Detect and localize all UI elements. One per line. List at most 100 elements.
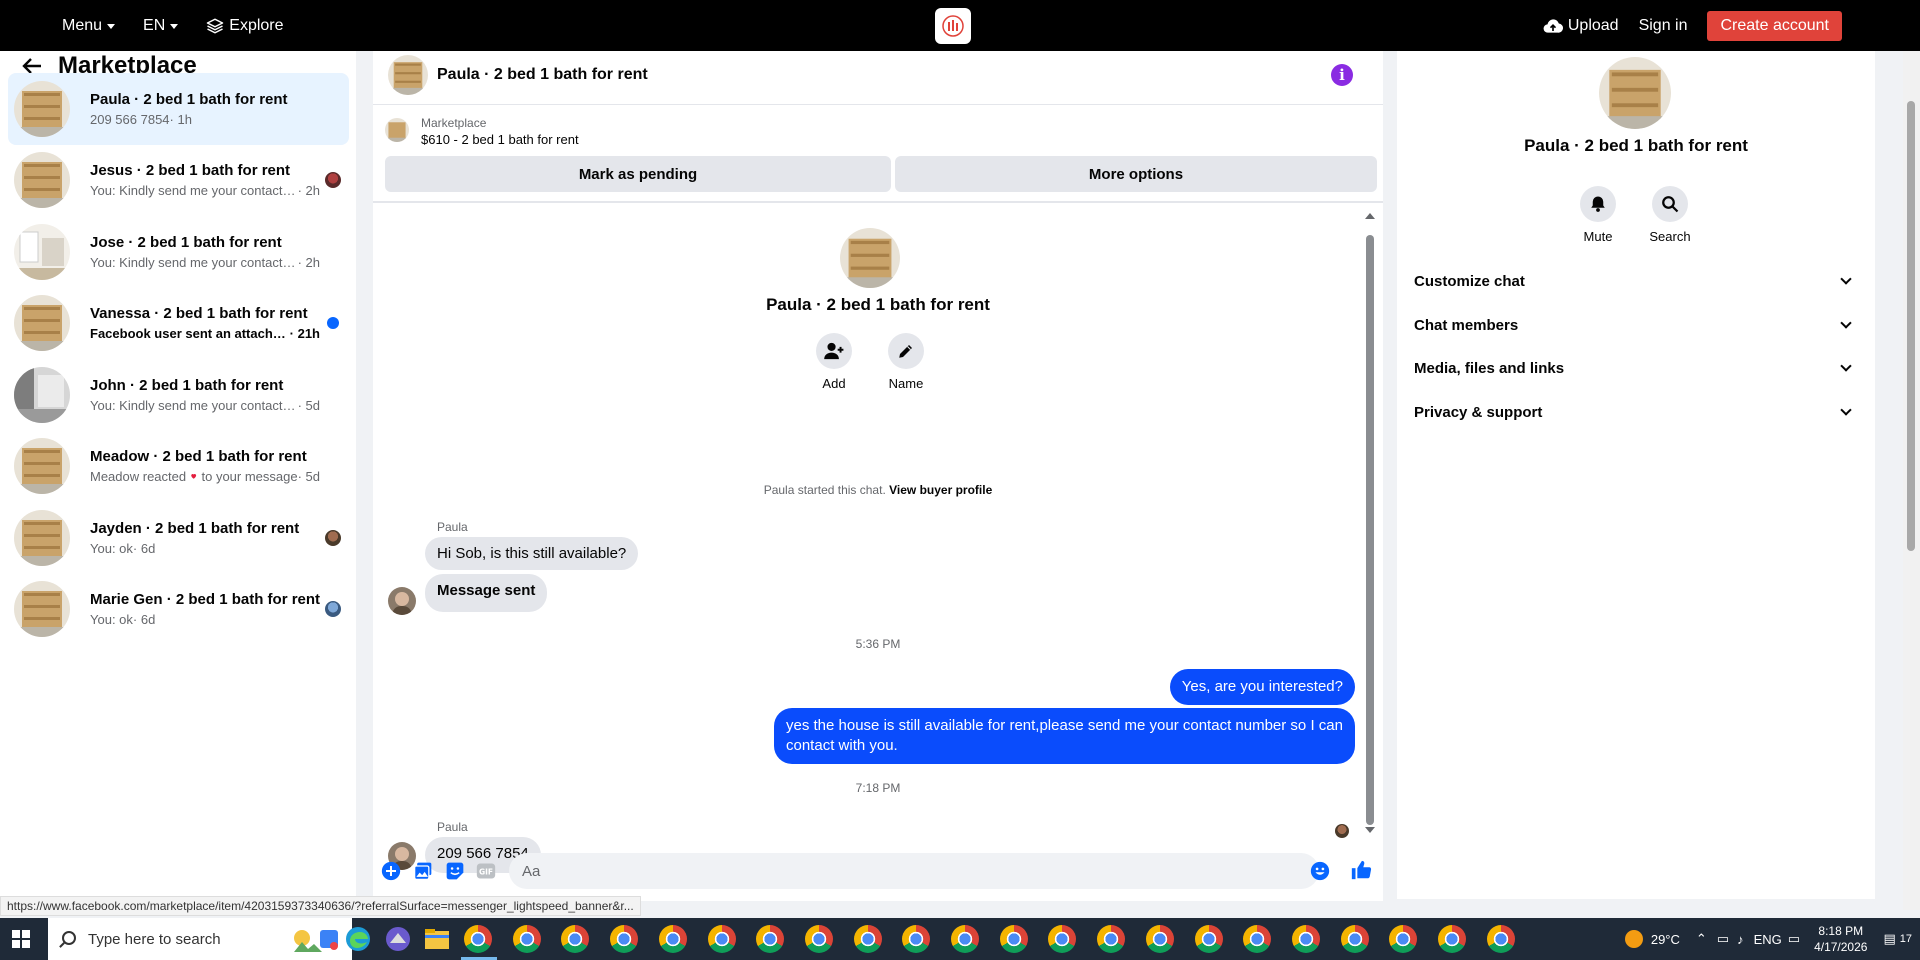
app-icon[interactable] [384, 925, 412, 953]
network-icon[interactable]: ▭ [1717, 931, 1729, 947]
chrome-icon[interactable] [1389, 925, 1418, 953]
chevron-down-icon [170, 24, 179, 29]
scroll-thumb[interactable] [1366, 235, 1374, 825]
listing-thumbnail [14, 438, 70, 495]
section-media-files-links[interactable]: Media, files and links [1414, 346, 1856, 390]
chrome-icon[interactable] [561, 925, 590, 953]
chrome-icon[interactable] [1340, 925, 1369, 953]
bell-icon [1591, 196, 1605, 212]
clock[interactable]: 8:18 PM 4/17/2026 [1814, 923, 1867, 955]
section-chat-members[interactable]: Chat members [1414, 303, 1856, 347]
chat-started-notice: Paula started this chat. View buyer prof… [373, 483, 1383, 497]
clock-time: 8:18 PM [1818, 924, 1864, 938]
preview-text: Facebook user sent an attachment. [90, 326, 290, 342]
chrome-icon[interactable] [902, 925, 931, 953]
chat-details-panel: Paula · 2 bed 1 bath for rent Mute Searc… [1397, 51, 1875, 899]
chrome-icon[interactable] [1243, 925, 1272, 953]
chrome-icon[interactable] [512, 925, 541, 953]
windows-start-icon[interactable] [12, 930, 30, 948]
timestamp: 7:18 PM [855, 781, 901, 795]
conversation-item[interactable]: Jayden · 2 bed 1 bath for rent You: ok · … [8, 502, 349, 574]
preview-text: You: Kindly send me your contact n... [90, 183, 298, 199]
chat-intro-title: Paula · 2 bed 1 bath for rent [766, 295, 990, 314]
details-avatar [1599, 57, 1671, 129]
chat-avatar[interactable] [388, 55, 428, 95]
listing-thumbnail [385, 118, 409, 142]
mute-button[interactable]: Mute [1568, 186, 1628, 244]
chrome-icon[interactable] [610, 925, 639, 953]
chrome-icon[interactable] [1486, 925, 1515, 953]
chrome-icon[interactable] [1097, 925, 1126, 953]
chrome-icon[interactable] [804, 925, 833, 953]
conversation-item[interactable]: Marie Gen · 2 bed 1 bath for rent You: o… [8, 574, 349, 646]
seen-avatar [325, 172, 341, 189]
explore-link[interactable]: Explore [206, 17, 284, 35]
menu-dropdown[interactable]: Menu [62, 17, 116, 35]
incoming-message[interactable]: Message sent [425, 574, 548, 612]
chrome-icon[interactable] [999, 925, 1028, 953]
outgoing-message[interactable]: yes the house is still available for ren… [774, 708, 1355, 764]
chrome-icon[interactable] [658, 925, 687, 953]
view-buyer-profile-link[interactable]: View buyer profile [889, 483, 992, 497]
conversation-name: Jose · 2 bed 1 bath for rent [90, 233, 282, 251]
section-privacy-support[interactable]: Privacy & support [1414, 390, 1856, 434]
listing-detail: $610 - 2 bed 1 bath for rent [421, 132, 579, 147]
page-scrollbar[interactable] [1903, 51, 1920, 910]
sender-avatar[interactable] [388, 587, 416, 615]
volume-icon[interactable]: ♪ [1737, 932, 1744, 947]
incoming-message[interactable]: Hi Sob, is this still available? [425, 537, 639, 570]
conversation-item[interactable]: Jose · 2 bed 1 bath for rent You: Kindly… [8, 216, 349, 288]
page-scroll-thumb[interactable] [1907, 101, 1915, 551]
notification-icon[interactable]: ▤ [1883, 931, 1895, 947]
chrome-icon[interactable] [1194, 925, 1223, 953]
taskbar-search[interactable]: Type here to search [48, 918, 352, 960]
conversation-item[interactable]: John · 2 bed 1 bath for rent You: Kindly… [8, 359, 349, 431]
scroll-down-arrow-icon[interactable] [1365, 827, 1375, 833]
monitor-icon[interactable]: ▭ [1788, 931, 1800, 947]
conversation-item[interactable]: Meadow · 2 bed 1 bath for rent Meadow re… [8, 431, 349, 503]
preview-time: · 1h [169, 111, 192, 127]
more-options-button[interactable]: More options [895, 156, 1377, 192]
scroll-up-arrow-icon[interactable] [1365, 213, 1375, 219]
site-logo[interactable] [935, 8, 971, 44]
upload-button[interactable]: Upload [1543, 17, 1619, 35]
outgoing-message[interactable]: Yes, are you interested? [1169, 669, 1355, 705]
listing-thumbnail [14, 295, 70, 352]
chrome-icon[interactable] [1291, 925, 1320, 953]
chat-avatar-large [840, 228, 900, 288]
status-bar-url: https://www.facebook.com/marketplace/ite… [0, 896, 641, 916]
edit-name-button[interactable]: Name [876, 333, 936, 391]
conversation-item[interactable]: Vanessa · 2 bed 1 bath for rent Facebook… [8, 288, 349, 360]
gif-icon[interactable]: GIF [476, 861, 496, 881]
chrome-icon[interactable] [464, 925, 492, 953]
thumbs-up-icon[interactable] [1350, 859, 1372, 881]
emoji-icon[interactable] [1310, 861, 1330, 881]
file-explorer-icon[interactable] [423, 925, 451, 953]
conversation-item[interactable]: Jesus · 2 bed 1 bath for rent You: Kindl… [8, 145, 349, 217]
chrome-icon[interactable] [1048, 925, 1077, 953]
search-in-chat-button[interactable]: Search [1640, 186, 1700, 244]
sticker-icon[interactable] [445, 861, 465, 881]
chrome-icon[interactable] [707, 925, 736, 953]
mark-as-pending-button[interactable]: Mark as pending [385, 156, 891, 192]
chrome-icon[interactable] [951, 925, 979, 953]
section-customize-chat[interactable]: Customize chat [1414, 259, 1856, 303]
photo-icon[interactable] [413, 861, 433, 881]
chat-title[interactable]: Paula · 2 bed 1 bath for rent [437, 66, 648, 84]
message-input[interactable] [509, 853, 1319, 889]
language-dropdown[interactable]: EN [143, 17, 179, 35]
input-language[interactable]: ENG [1754, 932, 1782, 947]
info-icon[interactable]: i [1331, 64, 1353, 86]
plus-circle-icon[interactable] [381, 861, 401, 881]
chrome-icon[interactable] [756, 925, 785, 953]
conversation-item[interactable]: Paula · 2 bed 1 bath for rent 209 566 78… [8, 73, 349, 145]
chevron-up-icon[interactable]: ⌃ [1696, 931, 1707, 947]
chat-scrollbar[interactable] [1365, 213, 1375, 833]
create-account-button[interactable]: Create account [1707, 10, 1842, 41]
chrome-icon[interactable] [1438, 925, 1466, 953]
sign-in-link[interactable]: Sign in [1639, 17, 1688, 35]
chrome-icon[interactable] [1145, 925, 1174, 953]
add-people-button[interactable]: Add [804, 333, 864, 391]
chrome-icon[interactable] [853, 925, 882, 953]
edge-icon[interactable] [344, 925, 372, 953]
